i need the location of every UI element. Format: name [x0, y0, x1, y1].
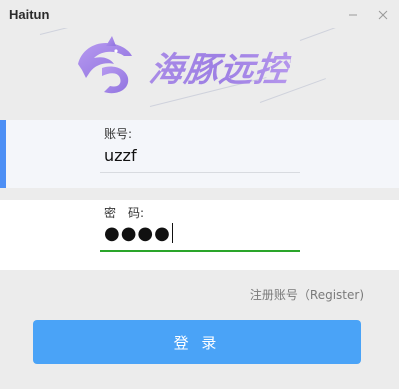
account-focus-indicator	[0, 120, 6, 188]
text-caret	[171, 223, 173, 243]
password-underline	[100, 250, 300, 252]
close-button[interactable]	[374, 6, 392, 24]
account-underline	[100, 172, 300, 173]
account-input[interactable]: uzzf	[104, 146, 137, 165]
password-panel	[0, 200, 399, 270]
logo-banner: 海豚远控	[0, 28, 399, 120]
logo-wordmark: 海豚远控	[147, 42, 294, 91]
password-mask: ●●●●	[104, 223, 171, 244]
account-panel	[0, 120, 399, 188]
password-label: 密 码:	[104, 206, 145, 220]
banner-stripe	[299, 28, 348, 41]
login-button-label: 登 录	[173, 333, 221, 352]
password-input[interactable]: ●●●●	[104, 223, 173, 244]
register-link[interactable]: 注册账号（Register)	[250, 286, 364, 303]
minimize-button[interactable]	[344, 6, 362, 24]
window-title: Haitun	[9, 7, 50, 22]
account-label: 账号:	[104, 127, 133, 141]
close-icon	[378, 10, 388, 20]
dolphin-logo-icon	[78, 36, 132, 94]
minimize-icon	[349, 14, 357, 16]
login-button[interactable]: 登 录	[33, 320, 361, 364]
